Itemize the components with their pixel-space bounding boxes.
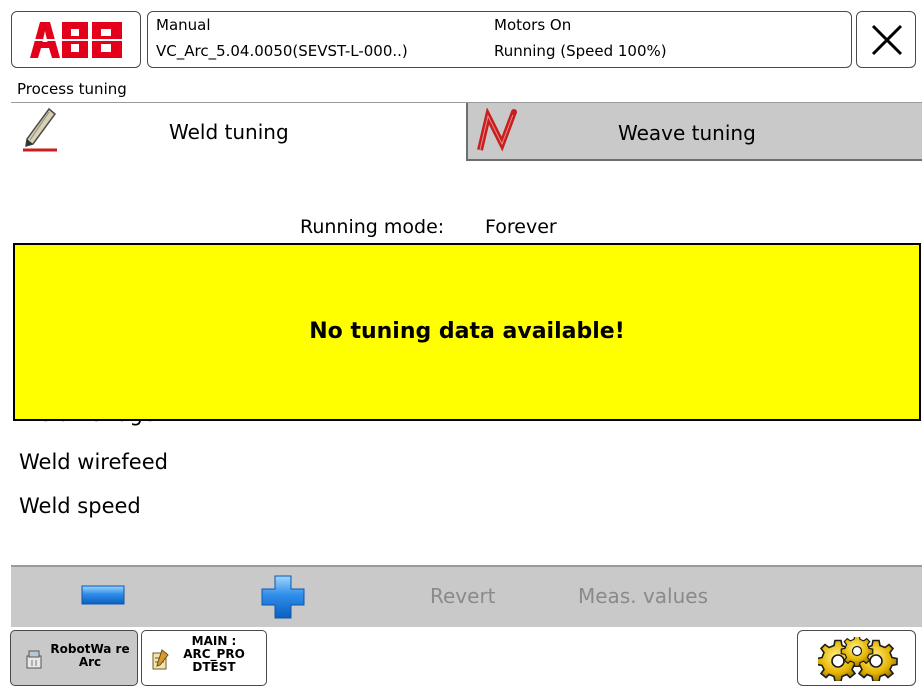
weave-icon [477, 108, 517, 152]
param-weld-speed[interactable]: Weld speed [19, 494, 141, 518]
running-mode-value[interactable]: Forever [485, 216, 557, 238]
command-bar: Revert Meas. values [11, 566, 922, 627]
tab-weave-tuning-label: Weave tuning [618, 121, 756, 145]
tab-weave-tuning[interactable]: Weave tuning [466, 103, 922, 161]
abb-menu-button[interactable] [11, 11, 141, 68]
operating-mode: Manual [156, 16, 211, 34]
revert-button[interactable]: Revert [430, 584, 496, 608]
pencil-icon [23, 107, 57, 152]
taskbar-item-label: RobotWa re Arc [50, 642, 130, 669]
minus-icon[interactable] [81, 585, 125, 605]
tab-weld-tuning-label: Weld tuning [169, 120, 289, 144]
taskbar-item-robotware-arc[interactable]: RobotWa re Arc [10, 630, 138, 686]
status-bar[interactable]: Manual VC_Arc_5.04.0050(SEVST-L-000..) M… [147, 11, 852, 68]
gears-icon [818, 637, 898, 681]
page-title-bar: Process tuning [11, 78, 916, 102]
header-bar: Manual VC_Arc_5.04.0050(SEVST-L-000..) M… [0, 0, 923, 74]
program-icon [152, 649, 169, 670]
no-data-banner: No tuning data available! [13, 243, 921, 421]
running-mode-label: Running mode: [300, 216, 445, 238]
motors-state: Motors On [494, 16, 572, 34]
controller-name: VC_Arc_5.04.0050(SEVST-L-000..) [156, 42, 408, 60]
plus-icon[interactable] [261, 575, 305, 619]
quickset-button[interactable] [797, 630, 916, 686]
flexpendant-screen: Manual VC_Arc_5.04.0050(SEVST-L-000..) M… [0, 0, 923, 689]
close-icon [871, 24, 903, 56]
taskbar: RobotWa re Arc MAIN : ARC_PRO DTEST [0, 627, 923, 689]
page-title: Process tuning [17, 80, 127, 98]
program-state: Running (Speed 100%) [494, 42, 667, 60]
no-data-message: No tuning data available! [309, 319, 625, 344]
taskbar-item-label: MAIN : ARC_PRO DTEST [183, 634, 245, 674]
taskbar-item-main-program[interactable]: MAIN : ARC_PRO DTEST [141, 630, 267, 686]
close-button[interactable] [856, 11, 916, 68]
abb-logo-icon [28, 22, 126, 58]
param-weld-wirefeed[interactable]: Weld wirefeed [19, 450, 168, 474]
robotware-icon [26, 650, 42, 669]
meas-values-button[interactable]: Meas. values [578, 584, 708, 608]
tab-weld-tuning[interactable]: Weld tuning [11, 103, 466, 161]
